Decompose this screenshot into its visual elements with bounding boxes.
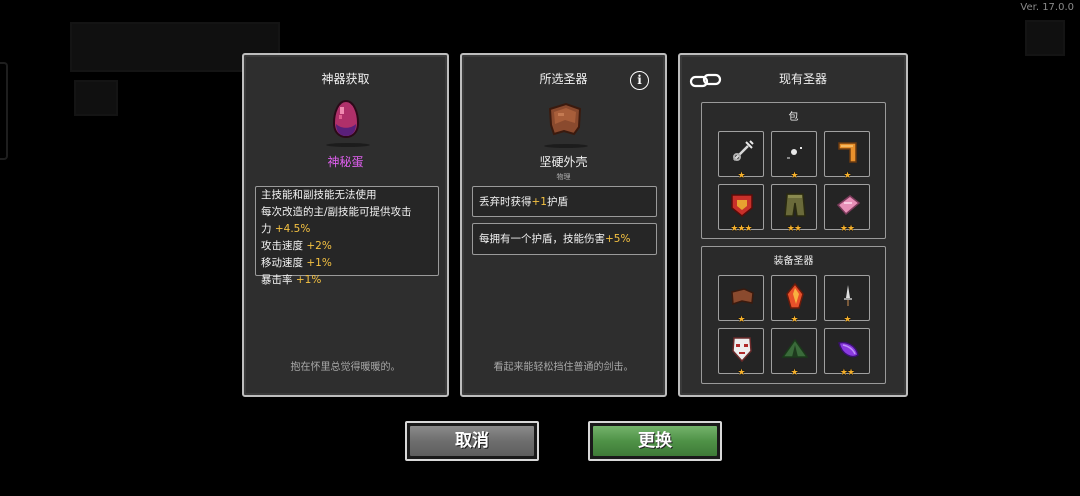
flavor-text: 看起来能轻松挡住普通的剑击。 [493, 362, 634, 373]
star-rating: ★★ [839, 224, 855, 234]
version-label: Ver. 17.0.0 [1020, 2, 1074, 13]
item-name: 神秘蛋 [327, 155, 364, 169]
item-name: 坚硬外壳 [539, 155, 588, 169]
relic-slot[interactable]: ★★★ [718, 184, 764, 234]
desc-line: 每次改造的主/副技能可提供攻击 [261, 206, 412, 218]
section-title: 装备圣器 [773, 256, 814, 267]
relic-slot[interactable]: ★ [824, 275, 870, 325]
section-title: 包 [788, 112, 799, 123]
leather-shell-icon [731, 288, 754, 306]
star-rating: ★ [790, 315, 798, 325]
star-rating: ★ [737, 171, 745, 181]
item-type: 物理 [556, 173, 571, 181]
tent-icon [781, 338, 809, 358]
relic-slot[interactable]: ★ [718, 131, 764, 181]
pants-icon [784, 193, 806, 217]
star-rating: ★ [737, 315, 745, 325]
relic-slot[interactable]: ★★ [824, 328, 870, 378]
star-rating: ★★ [786, 224, 802, 234]
replace-button[interactable]: 更换 [588, 421, 722, 461]
relic-slot[interactable]: ★ [718, 328, 764, 378]
acquired-artifact-panel: 神器获取 神秘蛋 主技能和副技能无法使用 每次改造的主/副技能可提供攻击 力 +… [242, 53, 449, 397]
panel-title: 神器获取 [321, 72, 370, 86]
flavor-text: 抱在怀里总觉得暖暖的。 [290, 362, 401, 373]
desc-line: 暴击率 +1% [261, 274, 322, 286]
relic-slot[interactable]: ★★ [824, 184, 870, 234]
trident-icon [733, 140, 754, 161]
background-side-tab [0, 62, 8, 160]
background-hud [1025, 20, 1065, 56]
star-rating: ★ [843, 315, 851, 325]
shield-crest-icon [731, 194, 753, 217]
info-icon[interactable]: i [630, 71, 649, 90]
fire-crystal-icon [786, 282, 804, 309]
boomerang-icon [838, 142, 857, 163]
relic-slot[interactable]: ★ [771, 328, 817, 378]
pink-scroll-icon [836, 195, 861, 216]
star-rating: ★ [790, 171, 798, 181]
owned-relics-panel: 现有圣器 包 ★ ★ ★ ★★★ ★★ ★★ 装备圣器 ★ ★ ★ ★ ★ ★★ [678, 53, 908, 397]
relic-slot[interactable]: ★ [824, 131, 870, 181]
relic-slot[interactable]: ★★ [771, 184, 817, 234]
bag-section: 包 ★ ★ ★ ★★★ ★★ ★★ [701, 102, 886, 239]
desc-line: 主技能和副技能无法使用 [261, 189, 377, 201]
desc-line: 攻击速度 +2% [261, 240, 332, 252]
effect-line: 丢弃时获得+1护盾 [472, 186, 657, 217]
hard-shell-icon [548, 102, 582, 136]
desc-line: 移动速度 +1% [261, 257, 332, 269]
background-hud [74, 80, 118, 116]
mask-icon [732, 337, 752, 363]
equipped-relics-section: 装备圣器 ★ ★ ★ ★ ★ ★★ [701, 246, 886, 384]
star-rating: ★★★ [730, 224, 752, 234]
whip-icon [787, 147, 802, 159]
desc-line: 力 +4.5% [261, 223, 311, 235]
artifact-description: 主技能和副技能无法使用 每次改造的主/副技能可提供攻击 力 +4.5% 攻击速度… [255, 186, 439, 286]
effect-line: 每拥有一个护盾，技能伤害+5% [472, 223, 657, 255]
relic-slot[interactable]: ★ [771, 131, 817, 181]
relic-slot[interactable]: ★ [718, 275, 764, 325]
dagger-icon [844, 285, 852, 306]
star-rating: ★ [843, 171, 851, 181]
cancel-button[interactable]: 取消 [405, 421, 539, 461]
panel-title: 现有圣器 [778, 72, 827, 86]
cancel-button-label: 取消 [410, 426, 534, 456]
purple-feather-icon [838, 341, 859, 358]
replace-button-label: 更换 [593, 426, 717, 456]
mystery-egg-icon [332, 99, 360, 139]
star-rating: ★ [737, 368, 745, 378]
selected-relic-panel: 所选圣器 i 坚硬外壳 物理 丢弃时获得+1护盾 每拥有一个护盾，技能伤害+5%… [460, 53, 667, 397]
star-rating: ★★ [839, 368, 855, 378]
star-rating: ★ [790, 368, 798, 378]
relic-slot[interactable]: ★ [771, 275, 817, 325]
